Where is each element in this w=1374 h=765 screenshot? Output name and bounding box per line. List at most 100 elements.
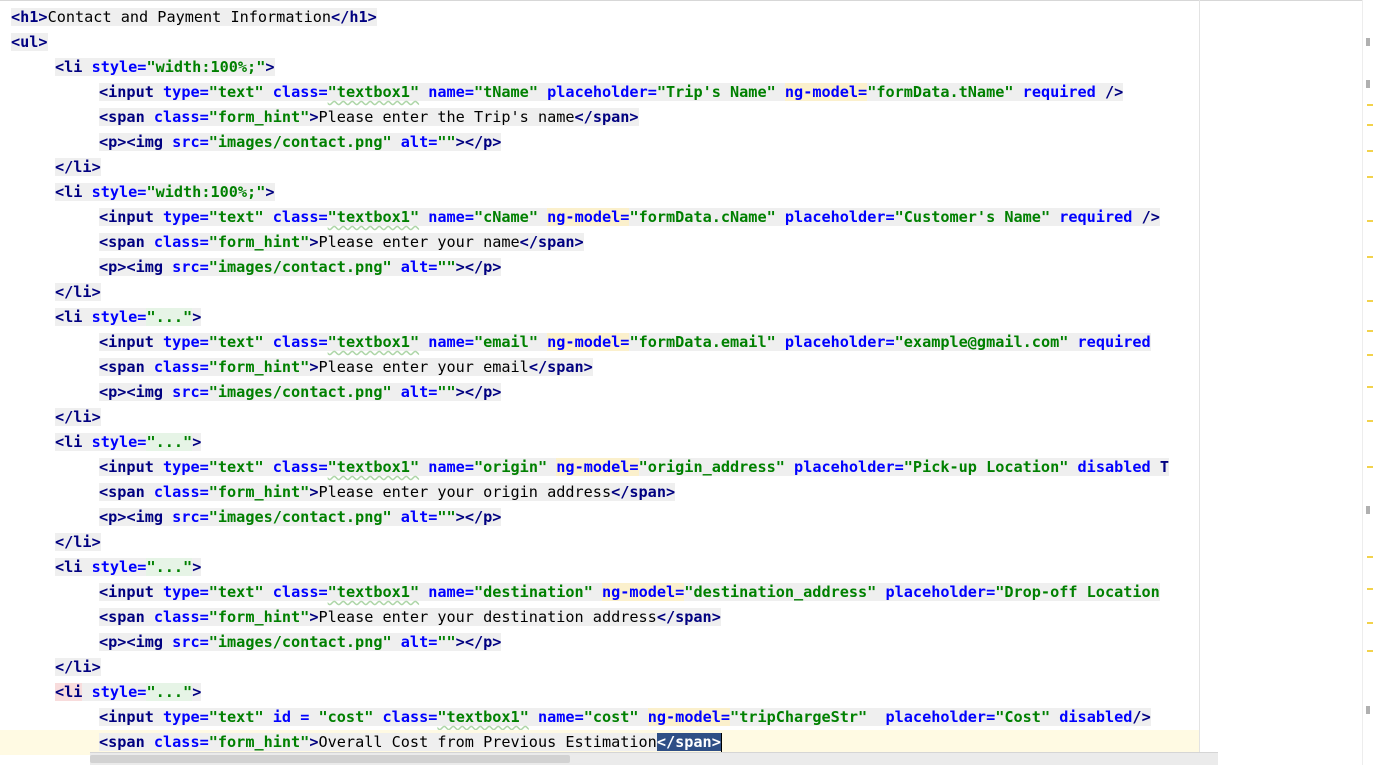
code-line[interactable]: <input type="text" class="textbox1" name… [99, 205, 1160, 230]
attr-token: name= [428, 458, 474, 476]
warning-stripe-icon[interactable] [1367, 256, 1373, 258]
warning-stripe-icon[interactable] [1367, 650, 1373, 652]
code-editor[interactable]: <h1>Contact and Payment Information</h1>… [0, 0, 1374, 765]
attr-token: type= [163, 708, 209, 726]
warning-stripe-icon[interactable] [1367, 466, 1373, 468]
tag-token: > [455, 258, 465, 276]
code-line[interactable]: <p><img src="images/contact.png" alt="">… [99, 380, 502, 405]
value-token: "" [437, 133, 456, 151]
attr-token: disabled [1077, 458, 1151, 476]
tag-token: > [309, 483, 319, 501]
tag-token: > [192, 558, 202, 576]
attr-token: type= [163, 83, 209, 101]
error-stripe[interactable] [1362, 0, 1374, 765]
selected-closing-span-tag[interactable]: </span> [656, 733, 721, 751]
warning-stripe-icon[interactable] [1367, 622, 1373, 624]
code-line[interactable]: <li style="..."> [55, 305, 202, 330]
code-line[interactable]: </li> [55, 280, 101, 305]
code-line[interactable]: <input type="text" class="textbox1" name… [99, 455, 1169, 480]
code-line[interactable]: <h1>Contact and Payment Information</h1> [11, 5, 377, 30]
code-line[interactable]: <input type="text" class="textbox1" name… [99, 330, 1151, 355]
tag-token: <span [99, 108, 145, 126]
value-token: "form_hint" [208, 108, 310, 126]
attr-token: style= [91, 308, 147, 326]
attr-token: class= [153, 483, 209, 501]
tag-token: <span [99, 233, 145, 251]
code-line[interactable]: <span class="form_hint">Please enter you… [99, 230, 584, 255]
value-token: "" [437, 383, 456, 401]
warning-stripe-icon[interactable] [1367, 556, 1373, 558]
warning-stripe-icon[interactable] [1367, 300, 1373, 302]
fold-marker-icon [1366, 38, 1370, 46]
tag-token: </p> [464, 133, 502, 151]
code-line[interactable]: <span class="form_hint">Please enter the… [99, 105, 639, 130]
code-line[interactable]: <span class="form_hint">Please enter you… [99, 480, 676, 505]
code-line[interactable]: <span class="form_hint">Please enter you… [99, 355, 593, 380]
attr-token: class= [272, 83, 328, 101]
value-token: "tName" [473, 83, 538, 101]
code-line[interactable]: <p><img src="images/contact.png" alt="">… [99, 630, 502, 655]
value-token: "text" [208, 208, 264, 226]
warning-stripe-icon[interactable] [1367, 104, 1373, 106]
code-line[interactable]: <li style="..."> [55, 555, 202, 580]
warning-stripe-icon[interactable] [1367, 420, 1373, 422]
code-line[interactable]: <li style="width:100%;"> [55, 55, 275, 80]
warning-stripe-icon[interactable] [1367, 354, 1373, 356]
value-token: "formData.tName" [867, 83, 1014, 101]
code-line[interactable]: <ul> [11, 30, 48, 55]
attr-token: src= [172, 383, 209, 401]
tag-token: <input [99, 583, 154, 601]
text-token: Please enter your email [318, 358, 529, 376]
horizontal-scrollbar[interactable] [90, 752, 1218, 765]
warning-stripe-icon[interactable] [1367, 124, 1373, 126]
tag-token: > [265, 58, 275, 76]
code-line[interactable]: <input type="text" id = "cost" class="te… [99, 705, 1151, 730]
warning-stripe-icon[interactable] [1367, 330, 1373, 332]
tag-token: <p> [99, 383, 127, 401]
code-line[interactable]: <span class="form_hint">Please enter you… [99, 605, 721, 630]
value-token: "destination_address" [684, 583, 877, 601]
code-line[interactable]: </li> [55, 530, 101, 555]
value-token: "..." [146, 558, 193, 576]
li-close-tag: </li> [55, 283, 101, 301]
tag-token: /> [1104, 83, 1124, 101]
attr-token: ng-model= [784, 83, 868, 101]
value-token: "images/contact.png" [208, 383, 392, 401]
horizontal-scrollbar-thumb[interactable] [90, 755, 570, 763]
attr-token: alt= [400, 383, 438, 401]
attr-token: class= [272, 208, 328, 226]
code-line[interactable]: <li style="..."> [55, 430, 202, 455]
attr-token: style= [91, 558, 147, 576]
code-line[interactable]: </li> [55, 405, 101, 430]
text-token: Contact and Payment Information [47, 8, 332, 26]
attr-token: class= [272, 458, 328, 476]
code-line[interactable]: </li> [55, 155, 101, 180]
tag-token: <li [55, 558, 83, 576]
tag-token: <span [99, 733, 145, 751]
attr-token: style= [91, 433, 147, 451]
code-line[interactable]: <p><img src="images/contact.png" alt="">… [99, 255, 502, 280]
attr-token: placeholder= [885, 583, 996, 601]
code-line[interactable]: <li style="..."> [55, 680, 202, 705]
value-token: "formData.cName" [629, 208, 776, 226]
code-line[interactable]: <input type="text" class="textbox1" name… [99, 80, 1124, 105]
attr-token: name= [428, 208, 474, 226]
value-token: "origin_address" [638, 458, 785, 476]
value-token: "textbox1" [437, 708, 529, 726]
code-line[interactable]: <input type="text" class="textbox1" name… [99, 580, 1160, 605]
warning-stripe-icon[interactable] [1367, 386, 1373, 388]
code-line[interactable]: <li style="width:100%;"> [55, 180, 275, 205]
warning-stripe-icon[interactable] [1367, 220, 1373, 222]
warning-stripe-icon[interactable] [1367, 176, 1373, 178]
value-token: "textbox1" [327, 583, 420, 601]
tag-token: <p> [99, 633, 127, 651]
code-line[interactable]: </li> [55, 655, 101, 680]
tag-token: <li [55, 683, 83, 701]
warning-stripe-icon[interactable] [1367, 588, 1373, 590]
code-line[interactable]: <p><img src="images/contact.png" alt="">… [99, 505, 502, 530]
code-line[interactable]: <p><img src="images/contact.png" alt="">… [99, 130, 502, 155]
value-token: "text" [208, 83, 264, 101]
warning-stripe-icon[interactable] [1367, 150, 1373, 152]
value-token: "textbox1" [327, 208, 420, 226]
value-token: "text" [208, 458, 264, 476]
